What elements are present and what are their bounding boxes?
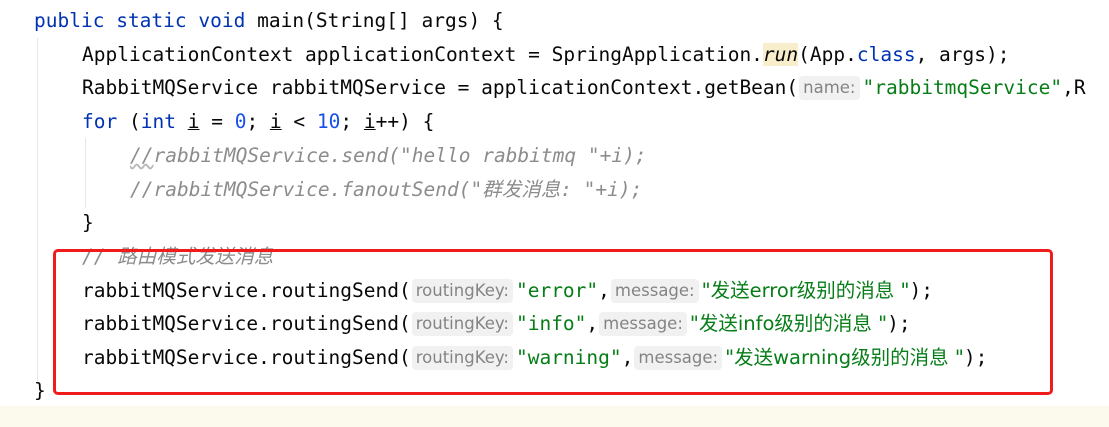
code-editor[interactable]: public static void main(String[] args) {… [0, 0, 1109, 427]
comment-line[interactable]: //rabbitMQService.fanoutSend("群发消息: "+i)… [130, 173, 642, 206]
comment-slashes: // [130, 144, 154, 167]
code-line[interactable]: public static void main(String[] args) { [34, 4, 504, 37]
loop-variable: i [363, 110, 376, 133]
keyword: class [856, 43, 916, 66]
number-literal: 0 [234, 110, 247, 133]
comment-line[interactable]: //rabbitMQService.send("hello rabbitmq "… [130, 139, 647, 172]
code-line[interactable]: } [34, 374, 46, 407]
code-text: < [281, 110, 317, 133]
keyword: public [34, 9, 105, 32]
loop-variable: i [187, 110, 200, 133]
method-signature: (String[] args) { [304, 9, 504, 32]
comment-text: //rabbitMQService.fanoutSend("群发消息: "+i)… [130, 178, 643, 201]
code-text: ; [246, 110, 270, 133]
parameter-hint: name: [799, 76, 860, 100]
code-text: ; [340, 110, 364, 133]
keyword: int [140, 110, 176, 133]
string-literal: "rabbitmqService" [862, 76, 1063, 99]
code-line[interactable]: ApplicationContext applicationContext = … [82, 38, 1009, 71]
code-text: = [199, 110, 235, 133]
keyword: static [116, 9, 187, 32]
code-text: ( [117, 110, 141, 133]
code-text: , args); [915, 43, 1010, 66]
keyword: void [198, 9, 246, 32]
code-text: ,R [1062, 76, 1086, 99]
method-name: main [257, 9, 305, 32]
code-text: RabbitMQService rabbitMQService = applic… [82, 76, 799, 99]
closing-brace: } [82, 211, 94, 234]
code-line[interactable]: RabbitMQService rabbitMQService = applic… [82, 71, 1086, 104]
indent-guide [85, 138, 86, 208]
code-text: ++) { [375, 110, 435, 133]
loop-variable: i [269, 110, 282, 133]
indent-guide [37, 38, 38, 384]
current-line-highlight [0, 406, 1109, 427]
code-line[interactable]: } [82, 206, 94, 239]
closing-brace: } [34, 379, 46, 402]
code-text: (App. [798, 43, 857, 66]
keyword: for [82, 110, 118, 133]
method-call-highlight: run [762, 43, 799, 66]
code-line[interactable]: for (int i = 0; i < 10; i++) { [82, 105, 434, 138]
comment-text: rabbitMQService.send("hello rabbitmq "+i… [153, 144, 647, 167]
code-text: ApplicationContext applicationContext = … [82, 43, 763, 66]
number-literal: 10 [316, 110, 341, 133]
annotation-highlight-box [53, 249, 1053, 395]
